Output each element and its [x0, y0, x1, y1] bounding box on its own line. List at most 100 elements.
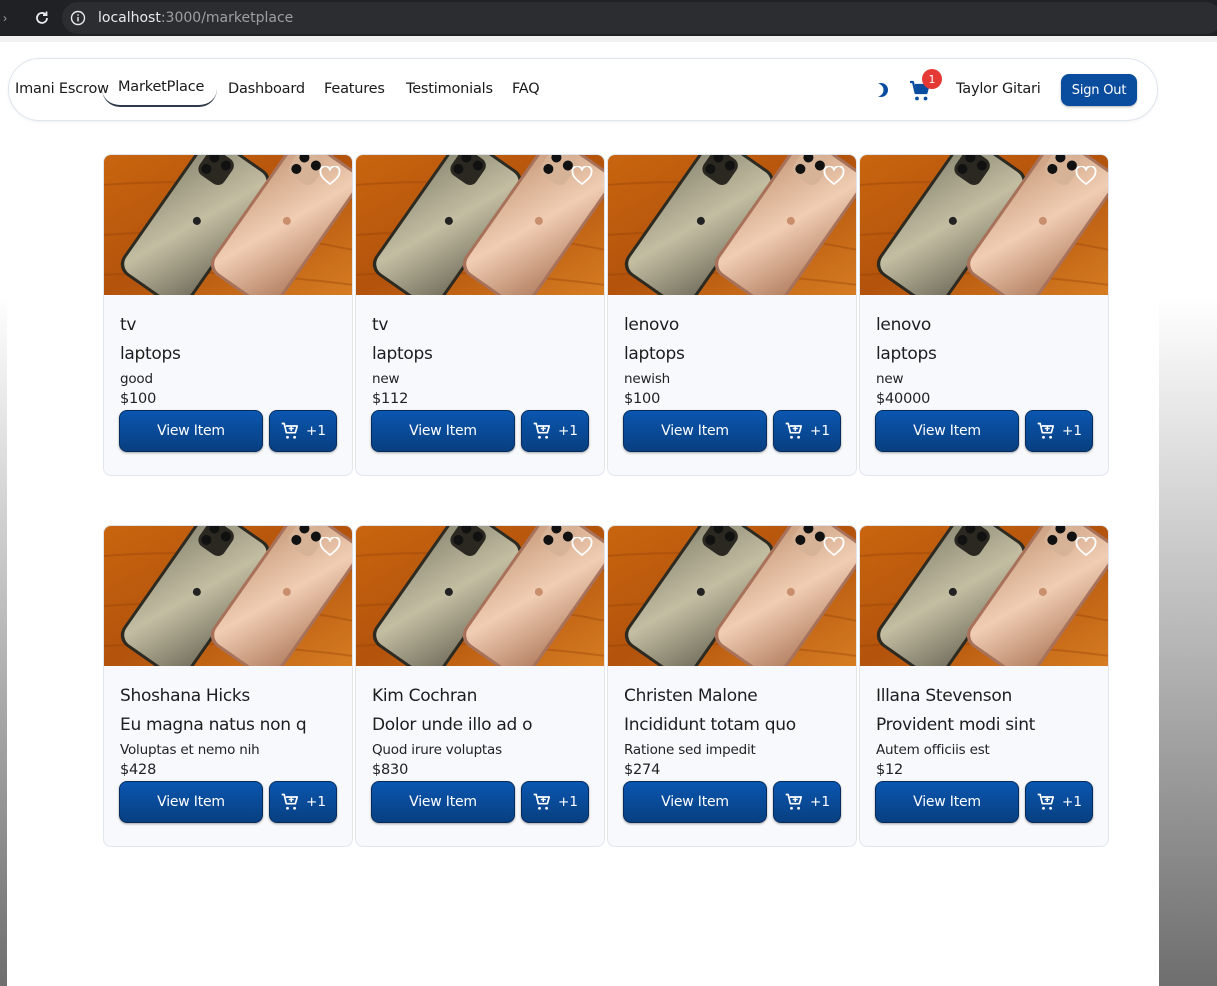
favorite-heart-icon[interactable]	[1075, 536, 1097, 557]
product-image[interactable]	[104, 526, 353, 666]
product-image[interactable]	[608, 526, 857, 666]
add-to-cart-label: +1	[810, 423, 830, 439]
sign-out-button[interactable]: Sign Out	[1061, 74, 1137, 106]
product-title: tv	[120, 315, 137, 335]
product-category: laptops	[876, 344, 937, 364]
product-price: $112	[372, 391, 409, 407]
view-item-button[interactable]: View Item	[623, 781, 767, 823]
product-image[interactable]	[104, 155, 353, 295]
view-item-button[interactable]: View Item	[371, 781, 515, 823]
favorite-heart-icon[interactable]	[823, 536, 845, 557]
product-card: lenovo laptops newish $100 View Item +1	[607, 154, 857, 476]
browser-toolbar: › localhost:3000/marketplace	[0, 0, 1217, 36]
product-title: Kim Cochran	[372, 686, 478, 706]
favorite-heart-icon[interactable]	[319, 165, 341, 186]
product-condition: Ratione sed impedit	[624, 742, 756, 758]
add-cart-icon	[281, 422, 299, 439]
add-cart-icon	[533, 422, 551, 439]
add-to-cart-label: +1	[306, 794, 326, 810]
nav-link-marketplace[interactable]: MarketPlace	[118, 79, 204, 95]
top-navbar: Imani Escrow MarketPlace Dashboard Featu…	[8, 58, 1158, 121]
favorite-heart-icon[interactable]	[823, 165, 845, 186]
brand-link[interactable]: Imani Escrow	[15, 81, 109, 97]
forward-icon[interactable]: ›	[0, 0, 10, 36]
product-image[interactable]	[356, 526, 605, 666]
nav-link-faq[interactable]: FAQ	[512, 81, 540, 97]
cart-count-badge: 1	[922, 69, 942, 89]
nav-link-features[interactable]: Features	[324, 81, 385, 97]
add-to-cart-button[interactable]: +1	[1025, 410, 1093, 452]
add-cart-icon	[785, 793, 803, 810]
product-image[interactable]	[860, 155, 1109, 295]
user-name: Taylor Gitari	[956, 81, 1041, 97]
add-to-cart-label: +1	[810, 794, 830, 810]
product-condition: Autem officiis est	[876, 742, 990, 758]
add-to-cart-button[interactable]: +1	[773, 781, 841, 823]
product-category: Provident modi sint	[876, 715, 1036, 735]
product-card: Illana Stevenson Provident modi sint Aut…	[859, 525, 1109, 847]
site-info-icon[interactable]	[70, 10, 86, 26]
add-to-cart-label: +1	[558, 423, 578, 439]
add-to-cart-button[interactable]: +1	[1025, 781, 1093, 823]
product-category: laptops	[120, 344, 181, 364]
favorite-heart-icon[interactable]	[1075, 165, 1097, 186]
product-price: $830	[372, 762, 409, 778]
product-title: Illana Stevenson	[876, 686, 1012, 706]
product-image[interactable]	[860, 526, 1109, 666]
product-category: Incididunt totam quo	[624, 715, 796, 735]
product-category: laptops	[624, 344, 685, 364]
product-price: $428	[120, 762, 157, 778]
add-cart-icon	[1037, 422, 1055, 439]
product-title: lenovo	[876, 315, 932, 335]
nav-link-dashboard[interactable]: Dashboard	[228, 81, 305, 97]
reload-icon[interactable]	[28, 4, 56, 32]
add-to-cart-button[interactable]: +1	[269, 410, 337, 452]
product-card: Shoshana Hicks Eu magna natus non q Volu…	[103, 525, 353, 847]
add-cart-icon	[1037, 793, 1055, 810]
favorite-heart-icon[interactable]	[571, 536, 593, 557]
product-price: $12	[876, 762, 904, 778]
product-price: $100	[120, 391, 157, 407]
product-card: tv laptops good $100 View Item +1	[103, 154, 353, 476]
product-card: Christen Malone Incididunt totam quo Rat…	[607, 525, 857, 847]
product-card: lenovo laptops new $40000 View Item +1	[859, 154, 1109, 476]
add-cart-icon	[281, 793, 299, 810]
product-price: $100	[624, 391, 661, 407]
add-to-cart-button[interactable]: +1	[521, 781, 589, 823]
favorite-heart-icon[interactable]	[571, 165, 593, 186]
product-title: tv	[372, 315, 389, 335]
address-bar[interactable]: localhost:3000/marketplace	[62, 2, 1217, 34]
product-image[interactable]	[356, 155, 605, 295]
view-item-button[interactable]: View Item	[119, 410, 263, 452]
view-item-button[interactable]: View Item	[119, 781, 263, 823]
product-category: Eu magna natus non q	[120, 715, 307, 735]
add-to-cart-button[interactable]: +1	[773, 410, 841, 452]
product-card: Kim Cochran Dolor unde illo ad o Quod ir…	[355, 525, 605, 847]
view-item-button[interactable]: View Item	[875, 410, 1019, 452]
add-to-cart-label: +1	[1062, 423, 1082, 439]
add-to-cart-button[interactable]: +1	[269, 781, 337, 823]
product-image[interactable]	[608, 155, 857, 295]
view-item-button[interactable]: View Item	[875, 781, 1019, 823]
dark-mode-toggle-icon[interactable]	[870, 82, 889, 98]
product-title: lenovo	[624, 315, 680, 335]
favorite-heart-icon[interactable]	[319, 536, 341, 557]
page-content: Imani Escrow MarketPlace Dashboard Featu…	[7, 42, 1159, 986]
view-item-button[interactable]: View Item	[623, 410, 767, 452]
add-cart-icon	[785, 422, 803, 439]
product-condition: Voluptas et nemo nih	[120, 742, 260, 758]
product-title: Christen Malone	[624, 686, 758, 706]
product-category: Dolor unde illo ad o	[372, 715, 533, 735]
add-to-cart-label: +1	[1062, 794, 1082, 810]
add-cart-icon	[533, 793, 551, 810]
nav-link-testimonials[interactable]: Testimonials	[406, 81, 493, 97]
product-card: tv laptops new $112 View Item +1	[355, 154, 605, 476]
url-host: localhost	[98, 10, 161, 26]
product-price: $40000	[876, 391, 931, 407]
product-condition: new	[372, 371, 400, 387]
add-to-cart-button[interactable]: +1	[521, 410, 589, 452]
add-to-cart-label: +1	[306, 423, 326, 439]
product-price: $274	[624, 762, 661, 778]
view-item-button[interactable]: View Item	[371, 410, 515, 452]
url-path: :3000/marketplace	[160, 10, 294, 26]
